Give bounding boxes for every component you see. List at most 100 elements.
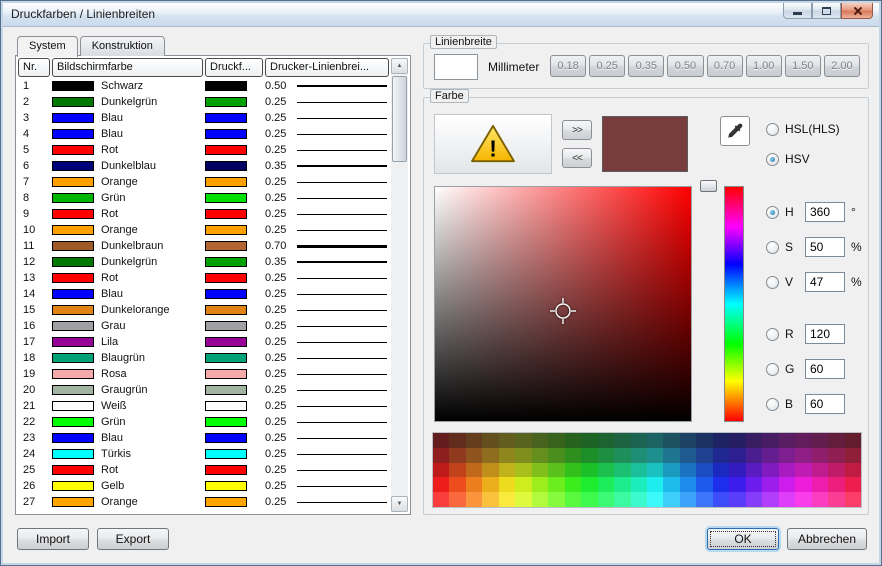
palette-swatch[interactable] (795, 492, 811, 507)
palette-swatch[interactable] (433, 477, 449, 492)
palette-swatch[interactable] (433, 492, 449, 507)
palette-swatch[interactable] (565, 448, 581, 463)
palette-swatch[interactable] (449, 492, 465, 507)
palette-swatch[interactable] (598, 433, 614, 448)
table-row[interactable]: 23Blau0.25 (18, 430, 389, 446)
table-row[interactable]: 28 (18, 510, 389, 513)
table-row[interactable]: 24Türkis0.25 (18, 446, 389, 462)
channel-value-input[interactable] (805, 394, 845, 414)
table-row[interactable]: 17Lila0.25 (18, 334, 389, 350)
table-row[interactable]: 2Dunkelgrün0.25 (18, 94, 389, 110)
palette-swatch[interactable] (631, 492, 647, 507)
palette-swatch[interactable] (680, 492, 696, 507)
table-row[interactable]: 19Rosa0.25 (18, 366, 389, 382)
table-row[interactable]: 10Orange0.25 (18, 222, 389, 238)
palette-swatch[interactable] (647, 477, 663, 492)
maximize-button[interactable] (812, 3, 841, 19)
palette-swatch[interactable] (598, 492, 614, 507)
palette-swatch[interactable] (812, 477, 828, 492)
line-width-preset-button[interactable]: 0.50 (667, 55, 703, 77)
palette-swatch[interactable] (449, 463, 465, 478)
palette-swatch[interactable] (565, 463, 581, 478)
palette-swatch[interactable] (449, 477, 465, 492)
table-row[interactable]: 4Blau0.25 (18, 126, 389, 142)
transfer-right-button[interactable]: >> (562, 120, 592, 140)
palette-swatch[interactable] (565, 477, 581, 492)
palette-swatch[interactable] (614, 433, 630, 448)
palette-swatch[interactable] (581, 463, 597, 478)
table-row[interactable]: 18Blaugrün0.25 (18, 350, 389, 366)
palette-swatch[interactable] (746, 433, 762, 448)
palette-swatch[interactable] (647, 433, 663, 448)
palette-swatch[interactable] (795, 448, 811, 463)
palette-swatch[interactable] (828, 433, 844, 448)
palette-swatch[interactable] (746, 492, 762, 507)
minimize-button[interactable] (783, 3, 812, 19)
palette-swatch[interactable] (729, 492, 745, 507)
saturation-value-field[interactable] (434, 186, 692, 422)
vertical-scrollbar[interactable]: ▲ ▼ (391, 58, 408, 512)
palette-swatch[interactable] (729, 463, 745, 478)
palette-swatch[interactable] (845, 433, 861, 448)
table-row[interactable]: 22Grün0.25 (18, 414, 389, 430)
table-row[interactable]: 1Schwarz0.50 (18, 78, 389, 94)
palette-swatch[interactable] (614, 477, 630, 492)
palette-swatch[interactable] (631, 433, 647, 448)
palette-swatch[interactable] (779, 448, 795, 463)
import-button[interactable]: Import (17, 528, 89, 550)
channel-value-input[interactable] (805, 324, 845, 344)
palette-swatch[interactable] (482, 463, 498, 478)
palette-swatch[interactable] (581, 448, 597, 463)
palette-swatch[interactable] (581, 433, 597, 448)
palette-swatch[interactable] (828, 477, 844, 492)
channel-h[interactable]: H° (766, 202, 856, 222)
palette-swatch[interactable] (449, 433, 465, 448)
palette-swatch[interactable] (845, 448, 861, 463)
palette-swatch[interactable] (548, 463, 564, 478)
palette-swatch[interactable] (499, 477, 515, 492)
palette-swatch[interactable] (680, 477, 696, 492)
palette-swatch[interactable] (762, 463, 778, 478)
palette-swatch[interactable] (647, 463, 663, 478)
table-row[interactable]: 3Blau0.25 (18, 110, 389, 126)
ok-button[interactable]: OK (707, 528, 779, 550)
line-width-preset-button[interactable]: 1.50 (785, 55, 821, 77)
channel-v[interactable]: V% (766, 272, 862, 292)
palette-swatch[interactable] (746, 448, 762, 463)
palette-swatch[interactable] (532, 433, 548, 448)
palette-swatch[interactable] (696, 463, 712, 478)
table-row[interactable]: 13Rot0.25 (18, 270, 389, 286)
palette-swatch[interactable] (515, 492, 531, 507)
palette-swatch[interactable] (532, 477, 548, 492)
table-row[interactable]: 11Dunkelbraun0.70 (18, 238, 389, 254)
table-row[interactable]: 26Gelb0.25 (18, 478, 389, 494)
palette-swatch[interactable] (548, 433, 564, 448)
palette-swatch[interactable] (532, 492, 548, 507)
line-width-preset-button[interactable]: 0.25 (589, 55, 625, 77)
palette-swatch[interactable] (532, 448, 548, 463)
palette-swatch[interactable] (663, 448, 679, 463)
channel-value-input[interactable] (805, 272, 845, 292)
palette-swatch[interactable] (532, 463, 548, 478)
column-header-druckfarbe[interactable]: Druckf... (205, 58, 263, 77)
palette-swatch[interactable] (845, 463, 861, 478)
palette-swatch[interactable] (482, 477, 498, 492)
table-row[interactable]: 14Blau0.25 (18, 286, 389, 302)
palette-swatch[interactable] (499, 448, 515, 463)
palette-swatch[interactable] (795, 477, 811, 492)
palette-swatch[interactable] (713, 492, 729, 507)
palette-swatch[interactable] (762, 433, 778, 448)
palette-swatch[interactable] (729, 477, 745, 492)
palette-swatch[interactable] (515, 477, 531, 492)
palette-swatch[interactable] (845, 477, 861, 492)
palette-swatch[interactable] (696, 448, 712, 463)
palette-swatch[interactable] (696, 492, 712, 507)
eyedropper-button[interactable] (720, 116, 750, 146)
palette-swatch[interactable] (631, 463, 647, 478)
radio-hsl[interactable]: HSL(HLS) (766, 122, 840, 136)
table-row[interactable]: 20Graugrün0.25 (18, 382, 389, 398)
tab-konstruktion[interactable]: Konstruktion (80, 36, 165, 56)
line-width-preset-button[interactable]: 1.00 (746, 55, 782, 77)
palette-swatch[interactable] (515, 433, 531, 448)
table-row[interactable]: 8Grün0.25 (18, 190, 389, 206)
